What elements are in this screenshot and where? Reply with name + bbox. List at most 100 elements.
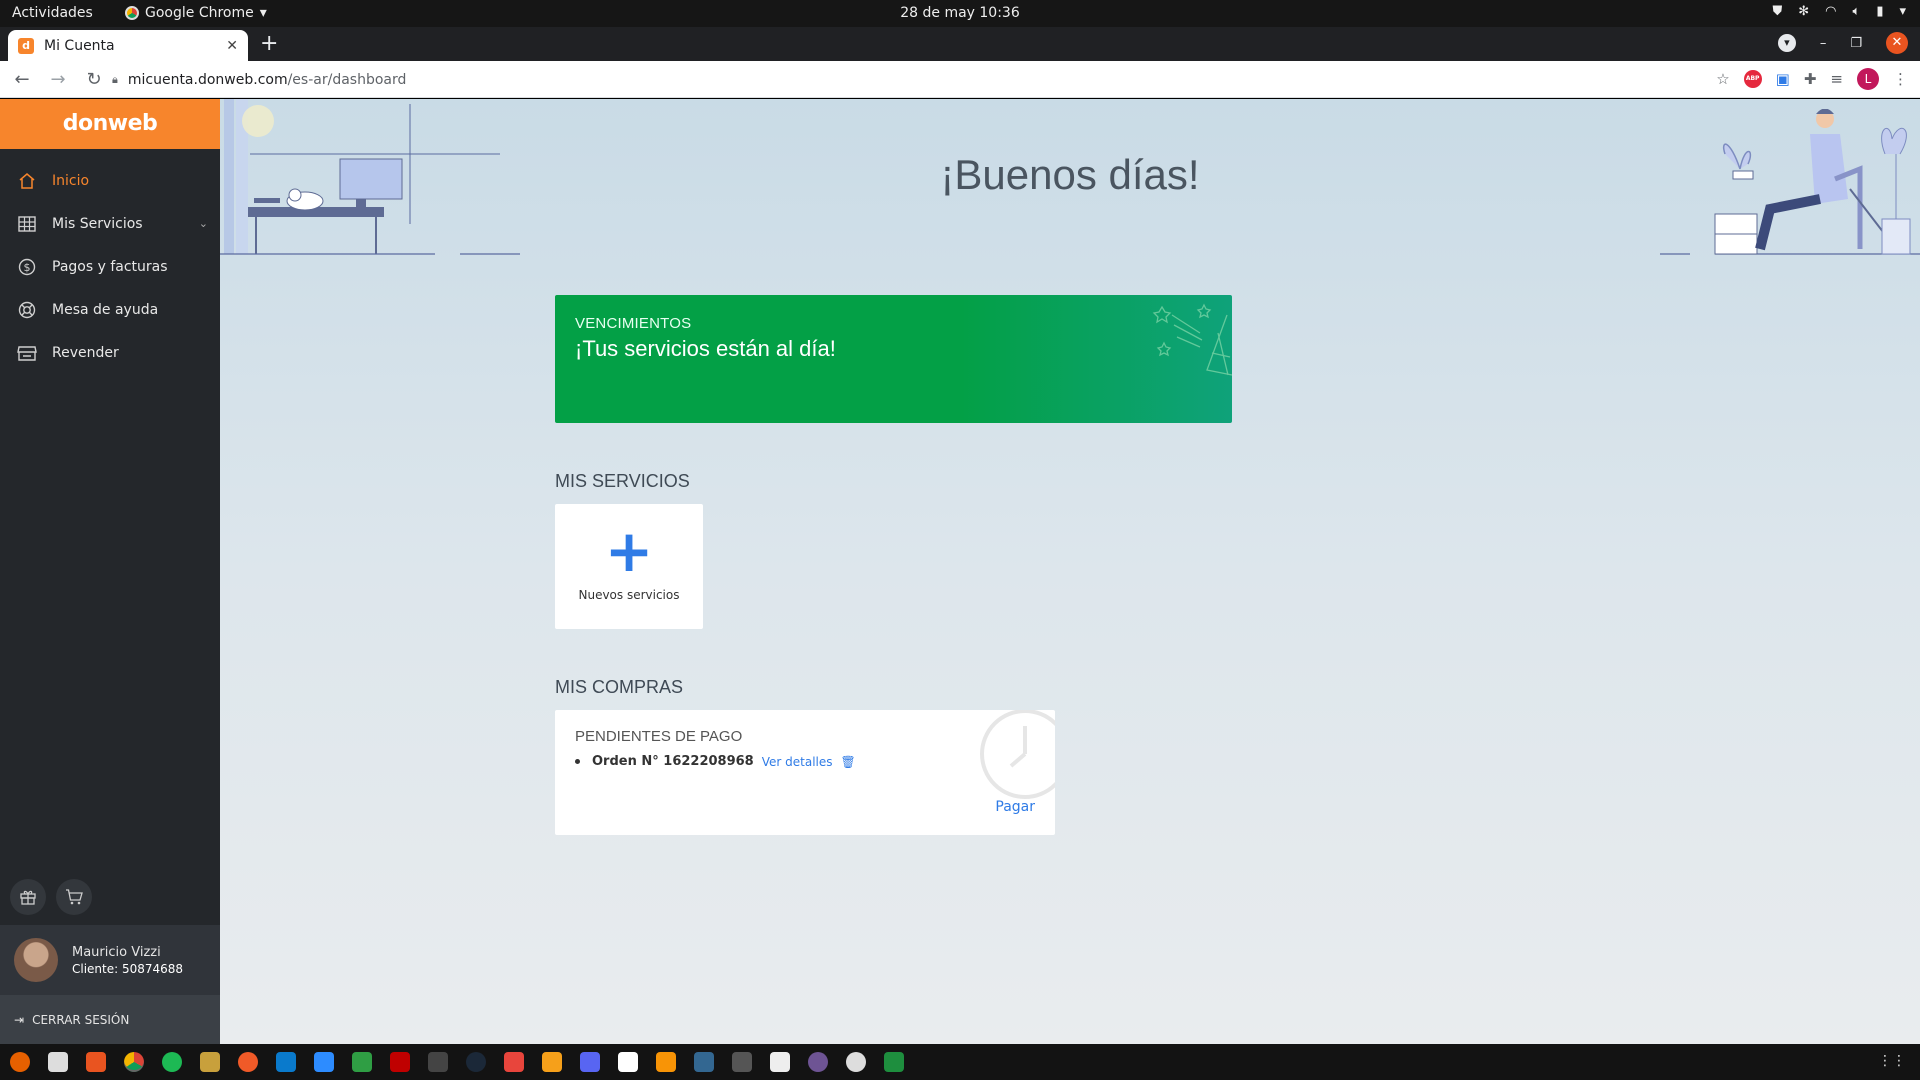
spotify-icon[interactable] [162,1052,182,1072]
banner-title: ¡Tus servicios están al día! [575,336,836,361]
pgadmin-icon[interactable] [694,1052,714,1072]
firefox-icon[interactable] [10,1052,30,1072]
system-top-bar: Actividades Google Chrome ▾ 28 de may 10… [0,0,1920,27]
sidebar-item-mis-servicios[interactable]: Mis Servicios ⌄ [0,202,220,245]
pending-payment-title: PENDIENTES DE PAGO [575,728,743,745]
gift-icon[interactable] [10,879,46,915]
new-tab-icon[interactable]: + [260,31,278,56]
battery-icon[interactable]: ▮ [1876,4,1883,19]
user-profile[interactable]: Mauricio Vizzi Cliente: 50874688 [0,925,220,995]
sidebar-item-label: Pagos y facturas [52,258,168,275]
sidebar-quick-actions [10,879,92,915]
restore-icon[interactable]: ❐ [1850,36,1862,51]
back-icon[interactable]: ← [8,69,36,90]
adblock-icon[interactable]: ABP [1743,70,1762,88]
grid-icon [16,213,38,235]
tab-search-icon[interactable]: ▾ [1777,34,1796,52]
github-icon[interactable] [808,1052,828,1072]
sidebar-item-revender[interactable]: Revender [0,331,220,374]
discord-icon[interactable] [580,1052,600,1072]
vim-icon[interactable] [770,1052,790,1072]
chrome-taskbar-icon[interactable] [124,1052,144,1072]
services-section-title: MIS SERVICIOS [555,471,690,491]
slack-taskbar-icon[interactable] [846,1052,866,1072]
zoom-icon[interactable] [314,1052,334,1072]
sidebar-item-label: Inicio [52,172,90,189]
vscode-icon[interactable] [276,1052,296,1072]
sidebar-item-mesa-de-ayuda[interactable]: Mesa de ayuda [0,288,220,331]
svg-text:$: $ [24,261,31,274]
tab-strip: d Mi Cuenta ✕ + ▾ – ❐ ✕ [0,27,1920,61]
pay-link[interactable]: Pagar [995,799,1035,815]
party-icon [1152,303,1232,376]
files-icon[interactable] [48,1052,68,1072]
slack-icon[interactable]: ✻ [1798,4,1809,19]
address-bar[interactable]: 🔒︎ micuenta.donweb.com/es-ar/dashboard [112,65,1560,94]
brand-logo[interactable]: donweb [0,99,220,149]
notion-icon[interactable] [618,1052,638,1072]
order-number: Orden N° 1622208968 [592,754,754,769]
user-name: Mauricio Vizzi [72,944,161,960]
sidebar: donweb Inicio Mis Servicios ⌄ $ Pagos y … [0,99,220,1044]
anydesk-icon[interactable] [504,1052,524,1072]
dbeaver-icon[interactable] [542,1052,562,1072]
window-close-icon[interactable]: ✕ [1886,32,1908,54]
tab-close-icon[interactable]: ✕ [226,38,238,54]
spreadsheet-icon[interactable] [884,1052,904,1072]
browser-tab[interactable]: d Mi Cuenta ✕ [8,30,248,61]
sidebar-item-pagos[interactable]: $ Pagos y facturas [0,245,220,288]
sidebar-item-label: Revender [52,344,119,361]
dollar-icon: $ [16,256,38,278]
puzzle-icon[interactable]: ✚ [1804,70,1817,88]
profile-avatar[interactable]: L [1857,68,1879,90]
tool-icon[interactable] [428,1052,448,1072]
sidebar-menu: Inicio Mis Servicios ⌄ $ Pagos y factura… [0,159,220,374]
reload-icon[interactable]: ↻ [80,69,108,90]
cart-icon[interactable] [56,879,92,915]
new-service-card[interactable]: + Nuevos servicios [555,504,703,629]
bookmark-star-icon[interactable]: ☆ [1716,70,1729,88]
media-icon[interactable]: ≡ [1830,70,1843,88]
logout-icon: ⇥ [14,1012,25,1027]
window-controls: ▾ – ❐ ✕ [1777,32,1908,54]
sidebar-item-label: Mesa de ayuda [52,301,159,318]
list-item: Orden N° 1622208968 Ver detalles 🗑︎ [575,754,1035,769]
system-monitor-icon[interactable] [732,1052,752,1072]
software-center-icon[interactable] [86,1052,106,1072]
trash-icon[interactable]: 🗑︎ [841,755,856,769]
app-grid-icon[interactable]: ⋮⋮ [1878,1053,1906,1069]
sidebar-item-inicio[interactable]: Inicio [0,159,220,202]
lock-icon[interactable]: 🔒︎ [112,73,118,87]
view-details-link[interactable]: Ver detalles [762,755,833,769]
steam-icon[interactable] [466,1052,486,1072]
extensions-area: ☆ ABP ▣ ✚ ≡ L ⋮ [1716,68,1908,90]
url-path: /es-ar/dashboard [287,71,407,88]
wifi-icon[interactable]: ◠ [1825,4,1836,19]
lifebuoy-icon [16,299,38,321]
forward-icon[interactable]: → [44,69,72,90]
tray-menu-icon[interactable]: ▾ [1899,4,1906,19]
client-number: Cliente: 50874688 [72,961,184,976]
filezilla-icon[interactable] [390,1052,410,1072]
main-content: ¡Buenos días! VENCIMIENTOS ¡Tus servicio… [220,99,1920,1044]
url-host: micuenta.donweb.com [127,71,288,88]
notes-icon[interactable] [200,1052,220,1072]
extension-icon[interactable]: ▣ [1776,70,1790,88]
system-clock[interactable]: 28 de may 10:36 [0,5,1920,21]
logout-button[interactable]: ⇥ CERRAR SESIÓN [0,995,220,1044]
donweb-favicon-icon: d [18,37,34,54]
postman-icon[interactable] [238,1052,258,1072]
taskbar: ⋮⋮ [0,1044,1920,1080]
git-icon[interactable] [352,1052,372,1072]
volume-icon[interactable]: 🔈︎ [1853,4,1861,19]
avatar [14,938,58,982]
sublime-icon[interactable] [656,1052,676,1072]
chevron-down-icon[interactable]: ⌄ [199,217,208,230]
shield-icon[interactable]: ⛊ [1772,4,1782,19]
logout-label: CERRAR SESIÓN [32,1012,130,1027]
minimize-icon[interactable]: – [1820,36,1827,51]
chrome-menu-icon[interactable]: ⋮ [1893,70,1908,88]
system-tray[interactable]: ⛊ ✻ ◠ 🔈︎ ▮ ▾ [1772,4,1906,19]
banner-subtitle: VENCIMIENTOS [575,315,692,332]
clock-icon [980,710,1055,799]
